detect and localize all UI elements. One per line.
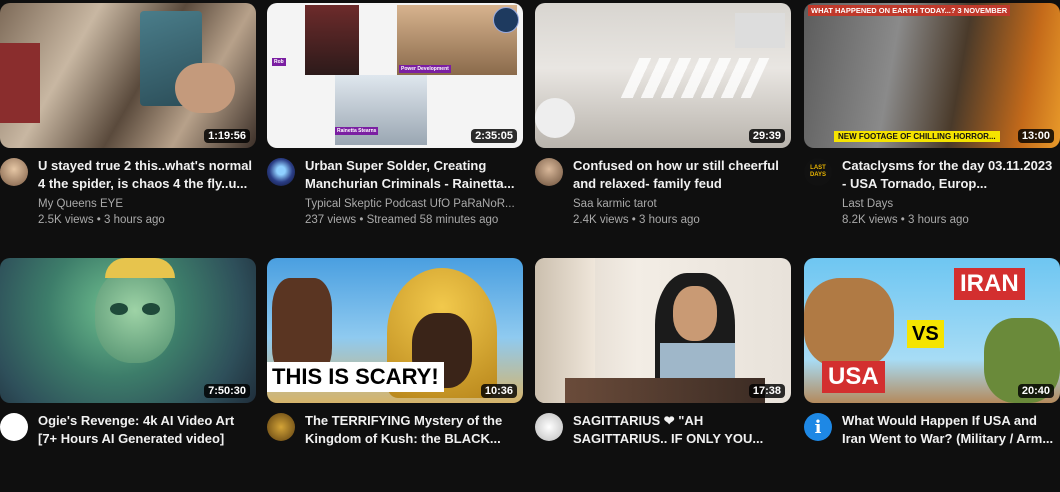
- channel-avatar[interactable]: [0, 413, 28, 441]
- thumb-headline: WHAT HAPPENED ON EARTH TODAY...? 3 NOVEM…: [808, 5, 1011, 16]
- video-duration: 1:19:56: [204, 129, 250, 143]
- thumb-label: Power Development: [399, 65, 451, 73]
- video-card[interactable]: THIS IS SCARY! 10:36 The TERRIFYING Myst…: [267, 258, 523, 492]
- video-title[interactable]: Cataclysms for the day 03.11.2023 - USA …: [842, 157, 1060, 193]
- video-thumbnail[interactable]: 1:19:56: [0, 3, 256, 148]
- channel-name[interactable]: Saa karmic tarot: [573, 197, 791, 212]
- video-thumbnail[interactable]: 29:39: [535, 3, 791, 148]
- view-count: 8.2K views: [842, 214, 898, 226]
- video-title[interactable]: Ogie's Revenge: 4k AI Video Art [7+ Hour…: [38, 412, 256, 448]
- video-stats: 8.2K views3 hours ago: [842, 212, 1060, 228]
- upload-age: 3 hours ago: [629, 214, 700, 226]
- video-duration: 29:39: [748, 129, 785, 143]
- video-thumbnail[interactable]: THIS IS SCARY! 10:36: [267, 258, 523, 403]
- thumb-iran: IRAN: [954, 268, 1025, 300]
- upload-age: Streamed 58 minutes ago: [356, 214, 498, 226]
- video-title[interactable]: Urban Super Solder, Creating Manchurian …: [305, 157, 523, 193]
- video-card[interactable]: Rob Power Development Rainetta Stearns 2…: [267, 3, 523, 237]
- video-card[interactable]: 7:50:30 Ogie's Revenge: 4k AI Video Art …: [0, 258, 256, 492]
- video-stats: 2.5K views3 hours ago: [38, 212, 256, 228]
- video-stats: 237 viewsStreamed 58 minutes ago: [305, 212, 523, 228]
- video-thumbnail[interactable]: Rob Power Development Rainetta Stearns 2…: [267, 3, 523, 148]
- video-title[interactable]: U stayed true 2 this..what's normal 4 th…: [38, 157, 256, 193]
- view-count: 2.5K views: [38, 214, 94, 226]
- view-count: 2.4K views: [573, 214, 629, 226]
- channel-avatar[interactable]: [267, 158, 295, 186]
- thumb-caption: THIS IS SCARY!: [267, 362, 444, 392]
- video-duration: 7:50:30: [204, 384, 250, 398]
- thumb-label: Rob: [272, 58, 286, 66]
- video-duration: 13:00: [1017, 129, 1054, 143]
- video-title[interactable]: What Would Happen If USA and Iran Went t…: [842, 412, 1060, 448]
- view-count: 237 views: [305, 214, 357, 226]
- channel-name[interactable]: My Queens EYE: [38, 197, 256, 212]
- channel-name[interactable]: Typical Skeptic Podcast UfO PaRaNoR...: [305, 197, 523, 212]
- video-card[interactable]: WHAT HAPPENED ON EARTH TODAY...? 3 NOVEM…: [804, 3, 1060, 237]
- channel-avatar[interactable]: [535, 158, 563, 186]
- video-duration: 20:40: [1017, 384, 1054, 398]
- channel-avatar[interactable]: [267, 413, 295, 441]
- video-duration: 10:36: [480, 384, 517, 398]
- video-card[interactable]: 1:19:56 U stayed true 2 this..what's nor…: [0, 3, 256, 237]
- channel-avatar[interactable]: [0, 158, 28, 186]
- info-icon[interactable]: i: [804, 413, 832, 441]
- video-card[interactable]: 17:38 SAGITTARIUS ❤ "AH SAGITTARIUS.. IF…: [535, 258, 791, 492]
- video-stats: 2.4K views3 hours ago: [573, 212, 791, 228]
- video-thumbnail[interactable]: 17:38: [535, 258, 791, 403]
- channel-name[interactable]: Last Days: [842, 197, 1060, 212]
- channel-avatar[interactable]: [535, 413, 563, 441]
- video-card[interactable]: 29:39 Confused on how ur still cheerful …: [535, 3, 791, 237]
- video-title[interactable]: The TERRIFYING Mystery of the Kingdom of…: [305, 412, 523, 448]
- upload-age: 3 hours ago: [898, 214, 969, 226]
- upload-age: 3 hours ago: [94, 214, 165, 226]
- video-thumbnail[interactable]: IRAN VS USA 20:40: [804, 258, 1060, 403]
- video-duration: 17:38: [748, 384, 785, 398]
- thumb-label: Rainetta Stearns: [335, 127, 379, 135]
- video-duration: 2:35:05: [471, 129, 517, 143]
- video-thumbnail[interactable]: WHAT HAPPENED ON EARTH TODAY...? 3 NOVEM…: [804, 3, 1060, 148]
- thumb-caption: NEW FOOTAGE OF CHILLING HORROR...: [834, 131, 1000, 142]
- thumb-vs: VS: [907, 320, 944, 348]
- video-card[interactable]: IRAN VS USA 20:40 i What Would Happen If…: [804, 258, 1060, 492]
- video-thumbnail[interactable]: 7:50:30: [0, 258, 256, 403]
- channel-avatar[interactable]: LAST DAYS: [804, 158, 832, 186]
- video-title[interactable]: SAGITTARIUS ❤ "AH SAGITTARIUS.. IF ONLY …: [573, 412, 791, 448]
- video-title[interactable]: Confused on how ur still cheerful and re…: [573, 157, 791, 193]
- thumb-usa: USA: [822, 361, 885, 393]
